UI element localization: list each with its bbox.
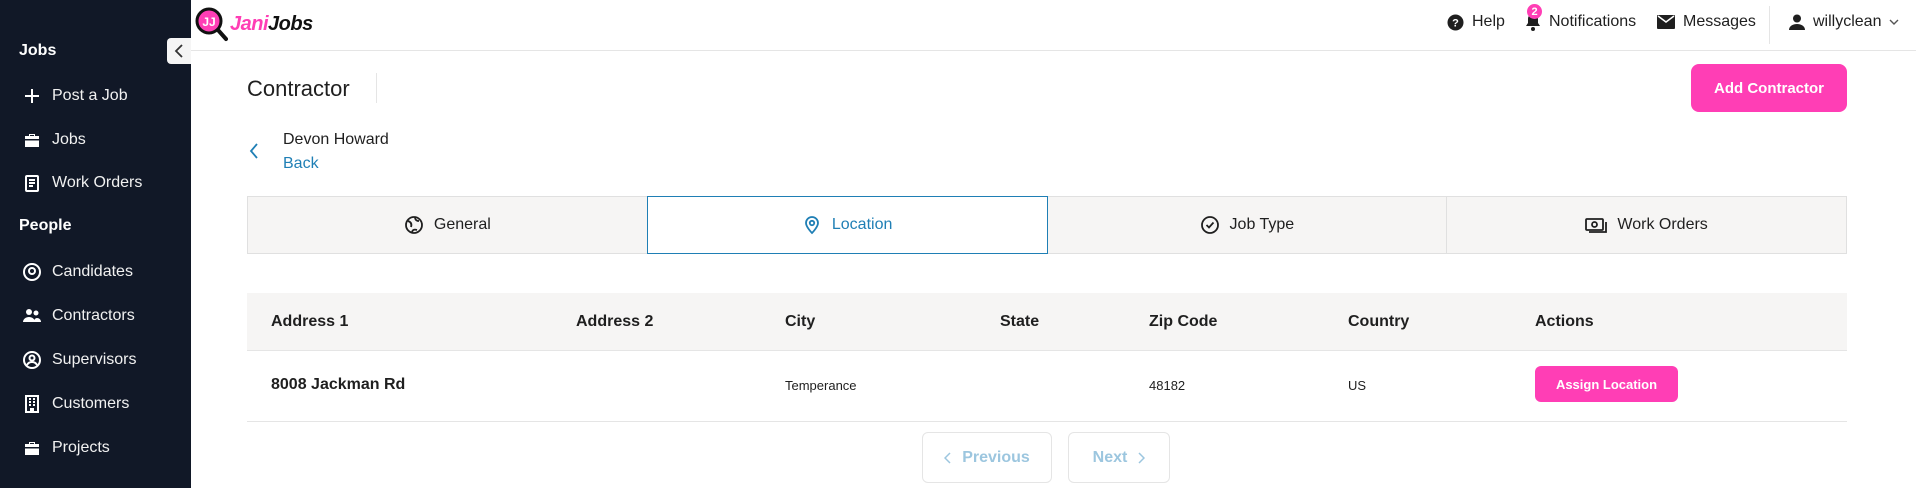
money-icon [1585,218,1608,233]
header-divider [1769,6,1770,44]
column-header: State [1000,313,1040,330]
sidebar-item-jobs[interactable]: Jobs [22,130,86,150]
column-header: Country [1348,313,1410,330]
notifications-link[interactable]: Notifications [1525,13,1636,31]
locations-table: Address 1 Address 2 City State Zip Code … [247,293,1847,422]
user-icon [1789,14,1805,30]
tab-general[interactable]: General [247,196,648,254]
check-circle-icon [1200,216,1219,234]
cell-city: Temperance [785,378,857,393]
notifications-label: Notifications [1549,13,1637,30]
svg-text:?: ? [1452,17,1459,29]
notification-count-badge: 2 [1527,4,1542,19]
briefcase-icon [25,442,39,455]
svg-text:JJ: JJ [202,15,215,29]
sidebar-item-label: Supervisors [52,351,137,368]
tab-label: Work Orders [1617,216,1708,233]
column-header: Address 1 [271,313,349,330]
table-header: Address 1 Address 2 City State Zip Code … [247,293,1847,351]
next-page-button[interactable]: Next [1068,432,1170,483]
table-row: 8008 Jackman Rd Temperance 48182 US Assi… [247,351,1847,422]
sidebar-item-projects[interactable]: Projects [22,438,110,458]
sidebar-section-jobs: Jobs [19,42,57,59]
chevron-right-icon [1138,451,1146,464]
logo-magnifier-icon: JJ [195,7,228,41]
sidebar-item-customers[interactable]: Customers [22,394,129,414]
tab-label: Job Type [1229,216,1295,233]
cell-zip: 48182 [1149,378,1186,393]
sidebar-section-people: People [19,217,72,234]
sidebar-item-candidates[interactable]: Candidates [22,262,133,282]
cell-country: US [1348,378,1367,393]
help-link[interactable]: ? Help [1447,13,1505,31]
sidebar-collapse-button[interactable] [167,38,191,64]
help-label: Help [1472,13,1505,30]
clipboard-icon [25,175,39,192]
username: willyclean [1813,13,1882,30]
sidebar-item-label: Jobs [52,131,86,148]
briefcase-icon [25,134,39,147]
building-icon [25,395,39,413]
sidebar-item-contractors[interactable]: Contractors [22,306,135,326]
logo[interactable]: JJ JaniJobs [194,6,313,42]
sidebar-item-label: Post a Job [52,87,128,104]
contractor-name: Devon Howard [283,131,389,148]
column-header: Actions [1535,313,1594,330]
plus-icon [25,89,39,103]
back-chevron-icon[interactable] [249,143,259,164]
chevron-left-icon [174,44,183,58]
messages-label: Messages [1683,13,1756,30]
sidebar-item-label: Contractors [52,307,135,324]
sidebar-item-work-orders[interactable]: Work Orders [22,173,142,193]
previous-label: Previous [962,448,1030,466]
user-circle-icon [23,351,41,369]
assign-location-button[interactable]: Assign Location [1535,366,1678,402]
tab-label: Location [831,216,893,233]
chevron-down-icon [1889,19,1899,25]
sidebar-item-label: Customers [52,395,130,412]
user-menu[interactable]: willyclean [1789,13,1899,31]
mail-icon [1657,15,1675,29]
next-label: Next [1092,448,1128,466]
tab-location[interactable]: Location [646,196,1048,254]
sidebar-item-label: Projects [52,439,110,456]
back-link[interactable]: Back [283,155,319,173]
map-pin-icon [804,216,819,235]
chevron-left-icon [944,451,951,464]
tab-bar: General Location Job Type Work Orders [247,196,1847,254]
tab-job-type[interactable]: Job Type [1046,196,1448,254]
sidebar-item-post-a-job[interactable]: Post a Job [22,86,128,106]
cell-address1: 8008 Jackman Rd [271,376,406,393]
help-icon: ? [1447,14,1464,30]
sidebar: Jobs Post a Job Jobs Work Orders People … [0,0,191,488]
tab-work-orders[interactable]: Work Orders [1446,196,1847,254]
previous-page-button[interactable]: Previous [922,432,1052,483]
sidebar-item-label: Work Orders [52,174,143,191]
users-icon [23,309,41,322]
title-divider [376,73,377,103]
sidebar-item-label: Candidates [52,263,133,280]
column-header: City [785,313,816,330]
search-person-icon [23,263,41,281]
logo-text: JaniJobs [230,12,313,35]
globe-icon [405,216,423,234]
add-contractor-button[interactable]: Add Contractor [1691,64,1847,112]
messages-link[interactable]: Messages [1657,13,1756,31]
tab-label: General [433,216,491,233]
page-title: Contractor [247,76,350,101]
column-header: Zip Code [1149,313,1218,330]
column-header: Address 2 [576,313,654,330]
sidebar-item-supervisors[interactable]: Supervisors [22,350,136,370]
